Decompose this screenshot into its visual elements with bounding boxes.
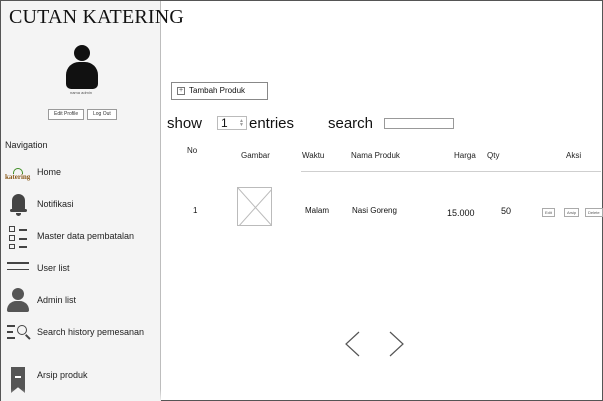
column-header-harga: Harga xyxy=(454,151,476,160)
entries-select[interactable]: 1 ▲ ▼ xyxy=(217,116,247,130)
row-no: 1 xyxy=(193,206,198,215)
row-qty: 50 xyxy=(501,206,512,216)
sidebar-item-user-list[interactable]: User list xyxy=(5,254,157,284)
sidebar-item-label: Search history pemesanan xyxy=(37,327,145,337)
bell-icon xyxy=(7,192,29,218)
arsip-button[interactable]: Arsip xyxy=(564,208,580,217)
column-header-no: No xyxy=(187,146,198,155)
search-list-icon xyxy=(7,320,31,346)
sidebar-item-admin-list[interactable]: Admin list xyxy=(5,286,157,316)
sidebar-item-label: Admin list xyxy=(37,295,77,305)
entries-label: entries xyxy=(249,115,295,132)
sidebar-item-home[interactable]: katering Home xyxy=(5,158,157,188)
sidebar-item-label: Master data pembatalan xyxy=(37,231,135,241)
katering-logo-icon: katering xyxy=(5,160,30,186)
sidebar-item-label: User list xyxy=(37,263,70,273)
sidebar-item-search-history[interactable]: Search history pemesanan xyxy=(5,318,157,348)
sidebar-item-master-data-pembatalan[interactable]: Master data pembatalan xyxy=(5,222,157,252)
delete-button[interactable]: Delete xyxy=(585,208,603,217)
chevron-right-icon[interactable] xyxy=(384,329,408,359)
navigation-heading: Navigation xyxy=(5,140,48,150)
logout-button[interactable]: Log Out xyxy=(87,109,117,120)
row-harga: 15.000 xyxy=(447,208,475,218)
person-icon xyxy=(7,288,29,314)
list-icon xyxy=(7,256,29,282)
header-divider xyxy=(301,171,601,172)
add-product-button[interactable]: + Tambah Produk xyxy=(171,82,268,100)
sidebar-item-label: Notifikasi xyxy=(37,199,74,209)
plus-icon: + xyxy=(177,87,185,95)
column-header-aksi: Aksi xyxy=(566,151,582,160)
show-label: show xyxy=(167,115,203,132)
app-window: CUTAN KATERING nama admin Edit Profile L… xyxy=(0,0,603,401)
admin-avatar-icon xyxy=(65,45,99,89)
column-header-nama-produk: Nama Produk xyxy=(351,151,400,160)
column-header-qty: Qty xyxy=(487,151,500,160)
sidebar-item-label: Arsip produk xyxy=(37,370,88,380)
sidebar: CUTAN KATERING nama admin Edit Profile L… xyxy=(1,1,184,401)
product-image-placeholder xyxy=(237,187,272,226)
edit-profile-button[interactable]: Edit Profile xyxy=(48,109,85,120)
search-input[interactable] xyxy=(384,118,454,129)
spinner-icon: ▲ ▼ xyxy=(239,118,244,128)
column-header-gambar: Gambar xyxy=(241,151,270,160)
chevron-left-icon[interactable] xyxy=(341,329,365,359)
search-label: search xyxy=(328,115,374,132)
sidebar-item-notifikasi[interactable]: Notifikasi xyxy=(5,190,157,220)
column-header-waktu: Waktu xyxy=(302,151,325,160)
admin-name: nama admin xyxy=(69,90,92,95)
edit-button[interactable]: Edit xyxy=(542,208,555,217)
row-waktu: Malam xyxy=(305,206,330,215)
checklist-icon xyxy=(7,224,29,250)
row-nama-produk: Nasi Goreng xyxy=(352,206,397,215)
app-title: CUTAN KATERING xyxy=(9,6,185,28)
sidebar-item-label: Home xyxy=(37,167,62,177)
